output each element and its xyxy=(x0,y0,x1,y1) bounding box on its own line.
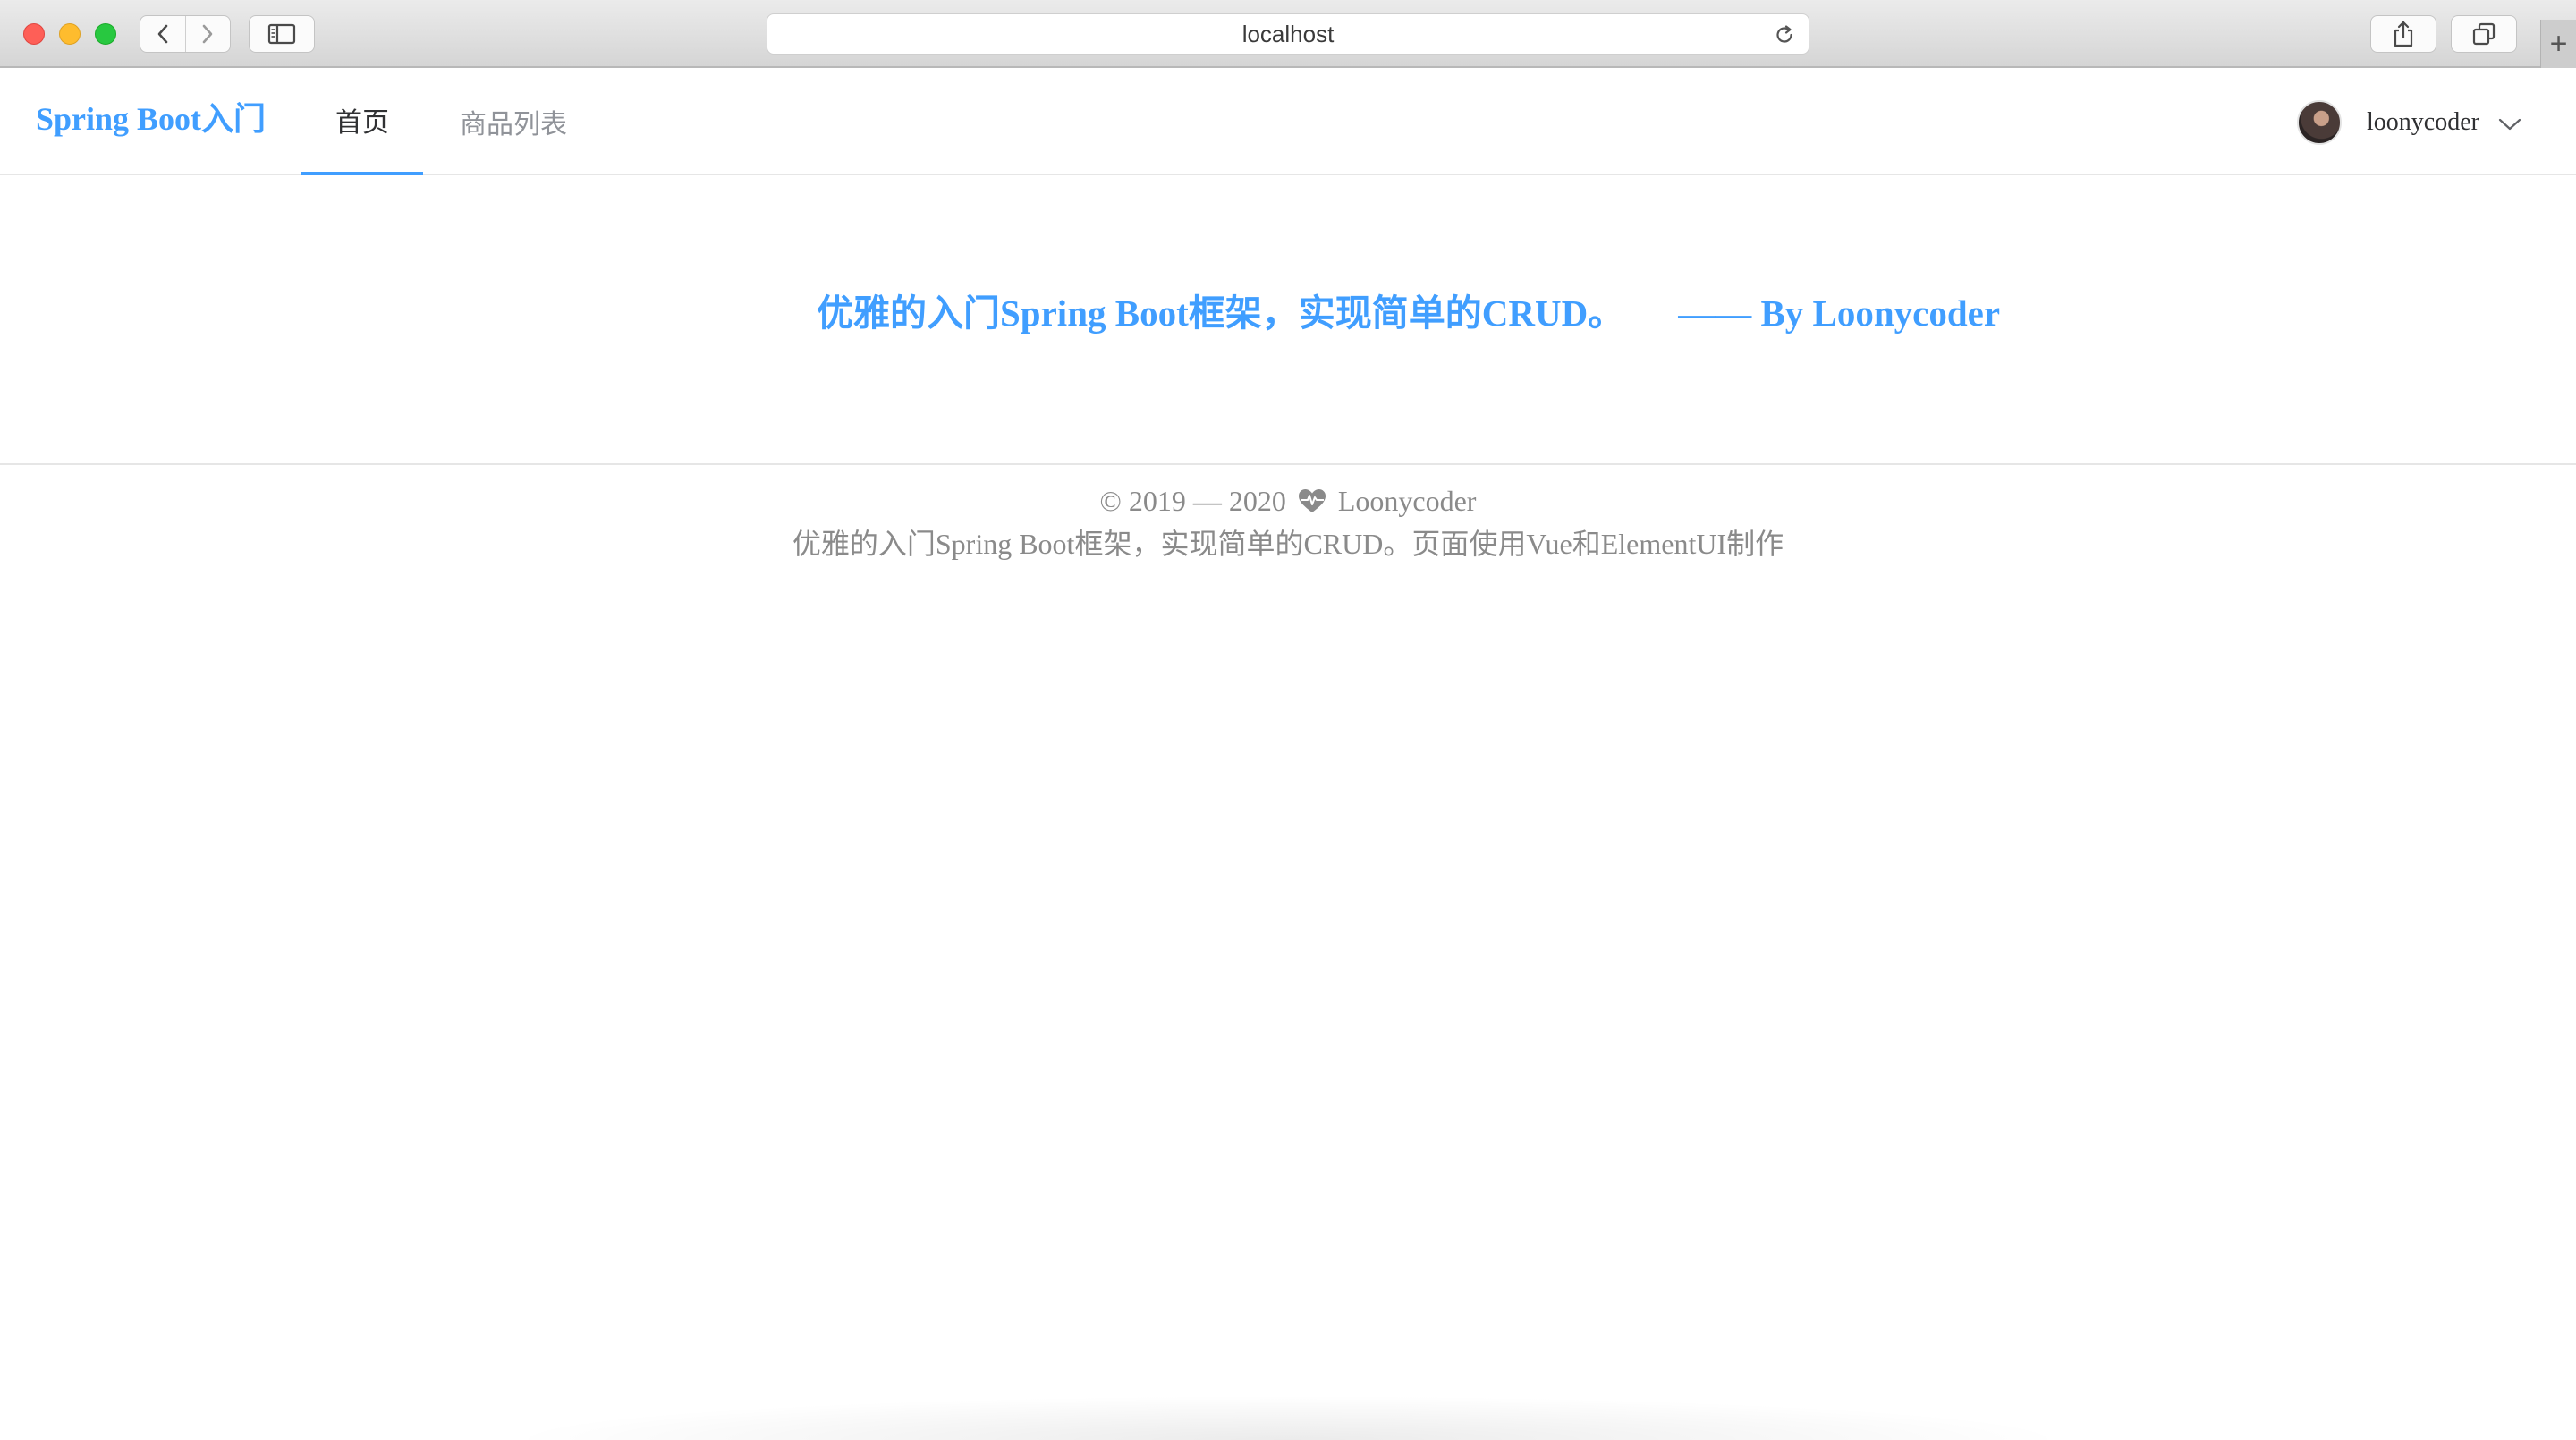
sidebar-button[interactable] xyxy=(249,15,315,53)
tabs-overview-icon xyxy=(2472,22,2496,46)
nav-item-label: 首页 xyxy=(335,108,389,138)
chevron-down-icon xyxy=(2498,118,2521,131)
sidebar-icon xyxy=(267,23,296,45)
username: loonycoder xyxy=(2367,108,2479,136)
page-footer: © 2019 — 2020 Loonycoder 优雅的入门Spring Boo… xyxy=(0,479,2576,565)
nav-item-home[interactable]: 首页 xyxy=(301,68,423,175)
tabs-overview-button[interactable] xyxy=(2451,15,2517,53)
zoom-window-button[interactable] xyxy=(95,23,116,45)
chevron-right-icon xyxy=(202,24,213,44)
user-dropdown[interactable]: loonycoder xyxy=(2297,100,2522,145)
minimize-window-button[interactable] xyxy=(59,23,80,45)
heartbeat-icon xyxy=(1298,489,1326,512)
history-nav xyxy=(140,15,231,53)
footer-description: 优雅的入门Spring Boot框架，实现简单的CRUD。页面使用Vue和Ele… xyxy=(792,528,1784,560)
chevron-left-icon xyxy=(157,24,168,44)
hero-heading: 优雅的入门Spring Boot框架，实现简单的CRUD。 —— By Loony… xyxy=(817,292,2000,335)
page-header: Spring Boot入门 首页 商品列表 loonycoder xyxy=(0,68,2576,175)
new-tab-button[interactable]: + xyxy=(2540,20,2576,68)
copyright-years: © 2019 — 2020 xyxy=(1099,485,1286,517)
copyright-author: Loonycoder xyxy=(1337,485,1477,517)
plus-icon: + xyxy=(2549,27,2568,61)
footer-copyright: © 2019 — 2020 Loonycoder xyxy=(0,479,2576,522)
hero-slogan: 优雅的入门Spring Boot框架，实现简单的CRUD。 xyxy=(817,292,1625,334)
brand-logo[interactable]: Spring Boot入门 xyxy=(36,100,266,139)
browser-toolbar: localhost + xyxy=(0,0,2576,68)
reload-icon[interactable] xyxy=(1773,23,1796,47)
avatar xyxy=(2297,100,2342,145)
nav-item-product-list[interactable]: 商品列表 xyxy=(424,68,603,175)
address-bar[interactable]: localhost xyxy=(767,13,1809,55)
back-button[interactable] xyxy=(140,16,185,52)
window-bottom-shadow xyxy=(501,1395,2075,1440)
share-button[interactable] xyxy=(2370,15,2436,53)
main-content: 优雅的入门Spring Boot框架，实现简单的CRUD。 —— By Loony… xyxy=(0,175,2576,465)
address-text: localhost xyxy=(1241,20,1335,47)
close-window-button[interactable] xyxy=(23,23,45,45)
forward-button[interactable] xyxy=(184,16,231,52)
hero-byline: —— By Loonycoder xyxy=(1678,292,2001,334)
share-icon xyxy=(2394,21,2413,47)
nav-item-label: 商品列表 xyxy=(460,110,567,140)
